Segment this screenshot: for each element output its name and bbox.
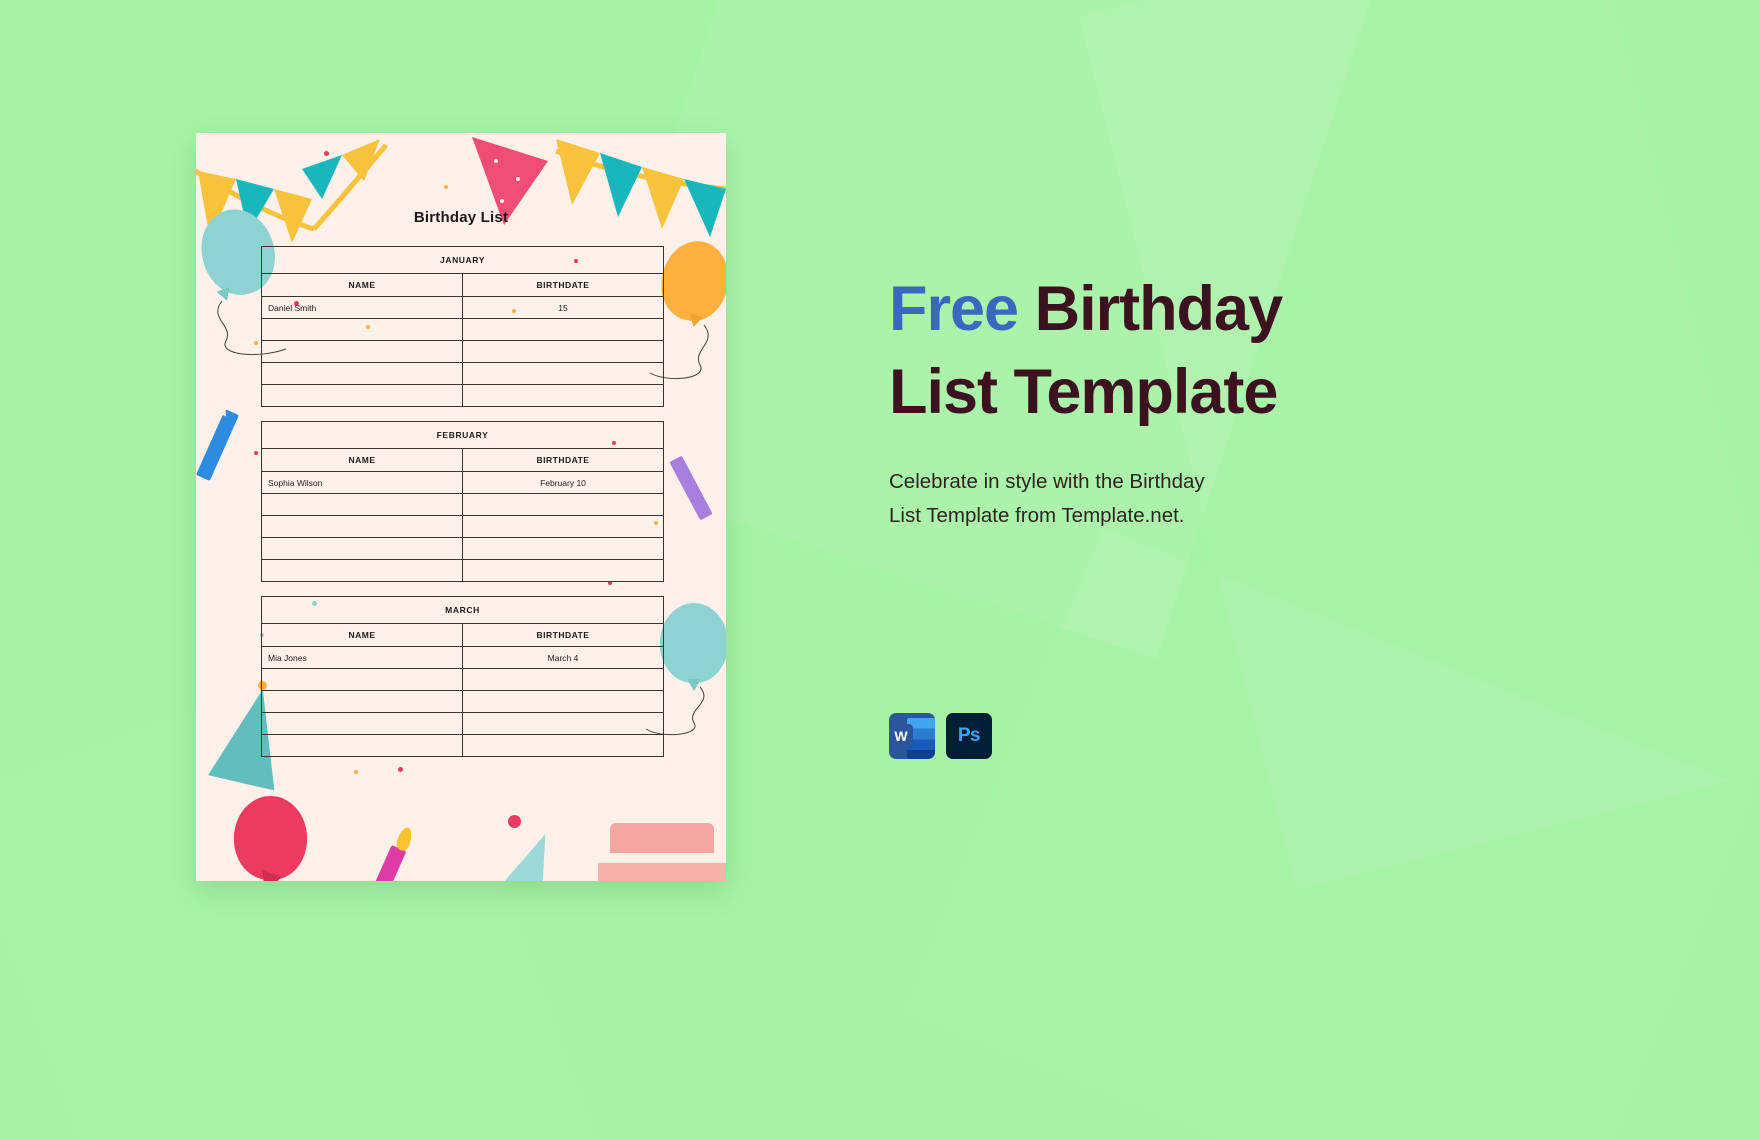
orange-balloon-knot [686,313,704,329]
cell-birthdate[interactable]: 15 [462,296,664,319]
column-header-row: NAME BIRTHDATE [261,623,664,647]
teal-balloon-right-knot [687,679,701,691]
party-hat-pom [508,815,521,828]
candle-flame [394,825,415,853]
promo-headline-line2: List Template [889,356,1278,427]
promo-headline-free: Free [889,274,1019,344]
promo-headline: Free Birthday List Template [889,268,1489,433]
pink-balloon [234,796,307,880]
month-name: JANUARY [261,246,664,274]
cell-name[interactable] [261,384,463,407]
table-row[interactable] [261,340,664,363]
cell-name[interactable] [261,515,463,538]
cell-birthdate[interactable] [462,712,664,735]
cell-name[interactable]: Sophia Wilson [261,471,463,494]
cell-name[interactable]: Daniel Smith [261,296,463,319]
table-row[interactable] [261,362,664,385]
template-document-preview[interactable]: Birthday List JANUARY NAME BIRTHDATE Dan… [196,133,726,881]
column-header-birthdate: BIRTHDATE [462,623,664,647]
month-name: MARCH [261,596,664,624]
cell-name[interactable] [261,318,463,341]
column-header-name: NAME [261,623,463,647]
microsoft-word-icon[interactable]: W [889,713,935,759]
promo-subtitle-line1: Celebrate in style with the Birthday [889,470,1205,494]
table-row[interactable]: Sophia Wilson February 10 [261,471,664,494]
table-row[interactable] [261,690,664,713]
table-row[interactable] [261,668,664,691]
cell-birthdate[interactable] [462,493,664,516]
table-row[interactable] [261,537,664,560]
table-row[interactable] [261,734,664,757]
table-row[interactable] [261,712,664,735]
cell-name[interactable] [261,734,463,757]
pencil-tip [211,394,233,417]
supported-apps: W Ps [889,713,992,759]
teal-balloon-knot [216,286,234,304]
striped-party-hat [488,823,572,881]
table-row[interactable] [261,493,664,516]
cell-birthdate[interactable]: March 4 [462,646,664,669]
cell-birthdate[interactable] [462,668,664,691]
month-header-row: FEBRUARY [261,421,664,449]
cell-name[interactable] [261,537,463,560]
column-header-name: NAME [261,273,463,297]
adobe-photoshop-icon[interactable]: Ps [946,713,992,759]
layer-cake [592,823,726,881]
cell-name[interactable] [261,559,463,582]
word-badge-letter: W [889,724,913,748]
cell-name[interactable] [261,340,463,363]
month-table-march[interactable]: MARCH NAME BIRTHDATE Mia Jones March 4 [261,596,664,757]
month-table-february[interactable]: FEBRUARY NAME BIRTHDATE Sophia Wilson Fe… [261,421,664,582]
cell-name[interactable] [261,668,463,691]
cell-name[interactable] [261,493,463,516]
column-header-row: NAME BIRTHDATE [261,448,664,472]
document-title: Birthday List [413,209,509,226]
column-header-birthdate: BIRTHDATE [462,273,664,297]
cell-birthdate[interactable] [462,318,664,341]
purple-pencil [669,455,713,521]
promo-headline-rest: Birthday [1018,274,1284,344]
cell-birthdate[interactable] [462,690,664,713]
table-row[interactable] [261,384,664,407]
blue-pencil [196,409,239,481]
table-row[interactable] [261,515,664,538]
cell-name[interactable]: Mia Jones [261,646,463,669]
promo-subtitle: Celebrate in style with the Birthday Lis… [889,465,1309,533]
cell-birthdate[interactable]: February 10 [462,471,664,494]
column-header-row: NAME BIRTHDATE [261,273,664,297]
month-table-january[interactable]: JANUARY NAME BIRTHDATE Daniel Smith 15 [261,246,664,407]
table-row[interactable] [261,559,664,582]
teal-balloon-right [660,603,726,683]
cell-name[interactable] [261,362,463,385]
promo-subtitle-line2: List Template from Template.net. [889,504,1185,528]
birthday-candle [361,844,407,881]
table-row[interactable]: Mia Jones March 4 [261,646,664,669]
cell-birthdate[interactable] [462,559,664,582]
cell-birthdate[interactable] [462,340,664,363]
cell-birthdate[interactable] [462,537,664,560]
column-header-name: NAME [261,448,463,472]
column-header-birthdate: BIRTHDATE [462,448,664,472]
cell-birthdate[interactable] [462,734,664,757]
pink-balloon-knot [258,870,281,881]
month-header-row: MARCH [261,596,664,624]
table-row[interactable] [261,318,664,341]
cell-birthdate[interactable] [462,515,664,538]
photoshop-glyph: Ps [957,725,981,746]
promo-panel: Free Birthday List Template Celebrate in… [889,268,1489,533]
cell-name[interactable] [261,712,463,735]
cell-birthdate[interactable] [462,384,664,407]
table-row[interactable]: Daniel Smith 15 [261,296,664,319]
month-name: FEBRUARY [261,421,664,449]
cell-birthdate[interactable] [462,362,664,385]
month-header-row: JANUARY [261,246,664,274]
cell-name[interactable] [261,690,463,713]
